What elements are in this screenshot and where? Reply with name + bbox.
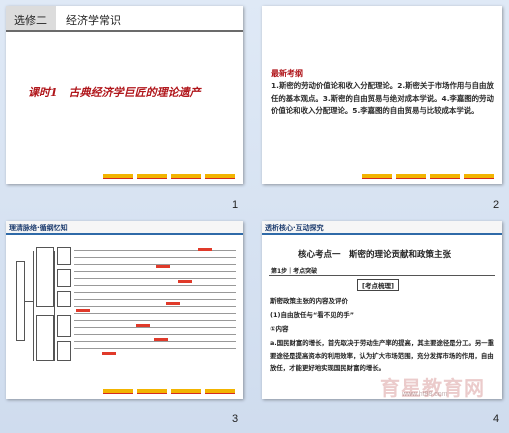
mindmap-node — [57, 315, 71, 337]
slide-number-4: 4 — [493, 413, 500, 425]
mindmap-blank — [154, 338, 168, 341]
slide-thumbnail-1[interactable]: 选修二 经济学常识 课时1 古典经济学巨匠的理论遗产 — [6, 6, 243, 184]
slide-4-sub-heading: 斯密政策主张的内容及评价 — [270, 297, 348, 305]
mindmap-spine — [33, 251, 34, 361]
slide-4-body: a.国民财富的增长，首先取决于劳动生产率的提高，其主要途径是分工。另一重要途径是… — [270, 339, 495, 372]
slide-4-item-1: (1)自由放任与“看不见的手” — [270, 309, 354, 319]
slide-2-body: 1.斯密的劳动价值论和收入分配理论。2.斯密关于市场作用与自由放任的基本观点。3… — [271, 81, 494, 115]
mindmap-node — [57, 341, 71, 361]
slide-4-item-1-text: (1)自由放任与“看不见的手” — [270, 311, 355, 319]
mindmap-blank — [178, 280, 192, 283]
slide-4-step-bar: 第1步｜考点突破 — [269, 266, 495, 276]
slide-4-header-bar: 透析核心·互动探究 — [262, 221, 502, 235]
mindmap-connector — [25, 301, 33, 302]
mindmap-blank — [102, 352, 116, 355]
slide-number-1: 1 — [232, 199, 239, 211]
mindmap-blank — [76, 309, 90, 312]
mindmap-branch-1 — [36, 247, 54, 307]
slide-thumbnail-4[interactable]: 透析核心·互动探究 核心考点一 斯密的理论贡献和政策主张 第1步｜考点突破 [考… — [262, 221, 502, 399]
slide-4-step: 第1步｜考点突破 — [271, 268, 318, 275]
slide-2-footer-strip — [262, 174, 502, 181]
slide-1-tab-bar: 选修二 经济学常识 — [6, 6, 243, 32]
mindmap-root — [16, 261, 25, 341]
slide-4-point-title: 核心考点一 斯密的理论贡献和政策主张 — [298, 250, 452, 260]
mindmap-node — [57, 269, 71, 287]
slide-2-heading: 最新考纲 — [271, 69, 303, 78]
mindmap-blank — [156, 265, 170, 268]
slide-thumbnail-3[interactable]: 理清脉络·循纲忆知 — [6, 221, 243, 399]
slide-1-tab-right: 经济学常识 — [66, 14, 121, 27]
slide-4-section-pill: [考点梳理] — [357, 279, 399, 291]
mindmap-subspine — [54, 251, 55, 361]
slide-4-item-1-sub: ①内容 — [270, 325, 289, 333]
mindmap-branch-2 — [36, 315, 54, 361]
slide-1-tab-left: 选修二 — [6, 6, 56, 30]
mindmap-blank — [198, 248, 212, 251]
slide-3-header: 理清脉络·循纲忆知 — [9, 224, 68, 232]
mindmap-node — [57, 291, 71, 307]
slide-number-3: 3 — [232, 413, 239, 425]
slide-thumbnail-2[interactable]: 最新考纲 1.斯密的劳动价值论和收入分配理论。2.斯密关于市场作用与自由放任的基… — [262, 6, 502, 184]
slide-3-header-bar: 理清脉络·循纲忆知 — [6, 221, 243, 235]
mindmap-detail-lines — [74, 247, 236, 365]
mindmap-node — [57, 247, 71, 265]
watermark-url: www.ht88.com — [402, 391, 448, 398]
slide-number-2: 2 — [493, 199, 500, 211]
mindmap-blank — [166, 302, 180, 305]
slide-1-footer-strip — [6, 174, 243, 181]
slide-1-title: 课时1 古典经济学巨匠的理论遗产 — [28, 86, 201, 99]
slide-3-footer-strip — [6, 389, 243, 396]
slide-4-header: 透析核心·互动探究 — [265, 224, 324, 232]
mindmap-blank — [136, 324, 150, 327]
